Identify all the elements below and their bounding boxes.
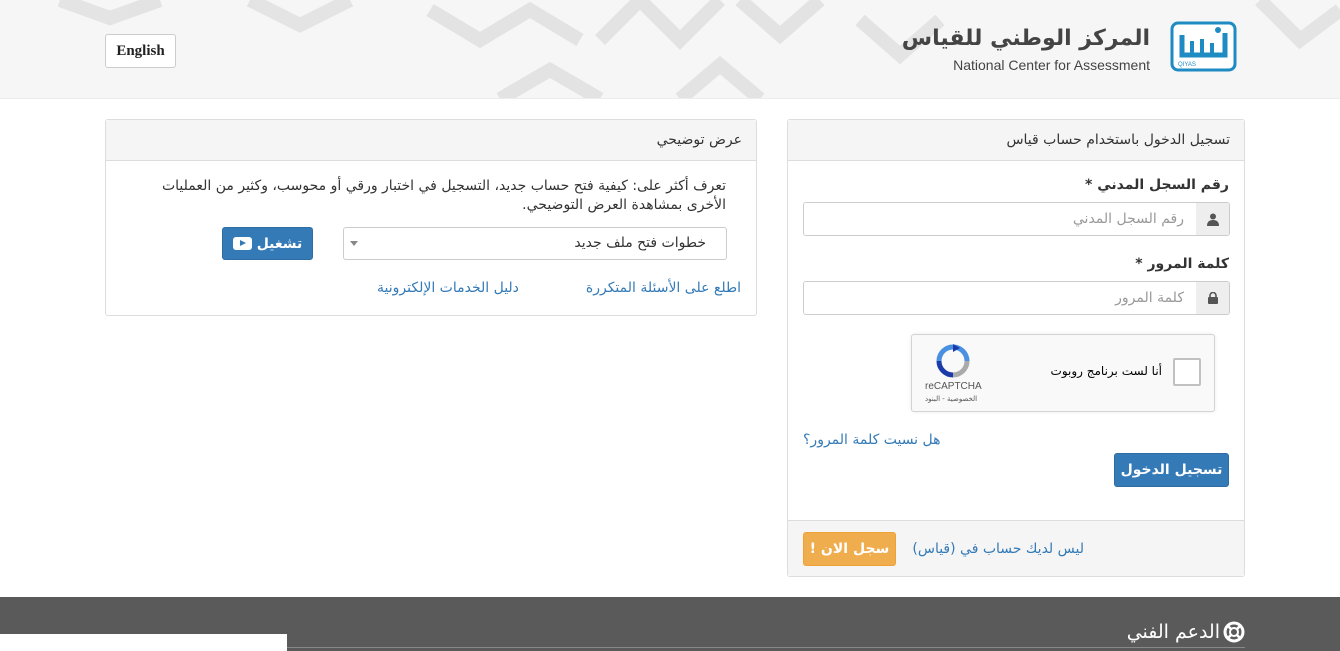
recaptcha-widget: أنا لست برنامج روبوت reCAPTCHA الخصوصية … bbox=[911, 334, 1215, 412]
demo-select[interactable]: خطوات فتح ملف جديد bbox=[343, 227, 727, 260]
footer-divider bbox=[287, 647, 1245, 648]
demo-select-value: خطوات فتح ملف جديد bbox=[574, 235, 706, 251]
login-panel-footer: ليس لديك حساب في (قياس) سجل الان ! bbox=[788, 520, 1244, 576]
recaptcha-logo-icon bbox=[936, 344, 970, 378]
logo-small-text: QIYAS bbox=[1178, 62, 1196, 68]
civil-id-label: رقم السجل المدني * bbox=[1085, 177, 1229, 193]
logo-english-text: National Center for Assessment bbox=[953, 57, 1150, 73]
recaptcha-brand: reCAPTCHA bbox=[925, 381, 982, 392]
lifebuoy-icon bbox=[1223, 621, 1245, 643]
support-title-text: الدعم الفني bbox=[1126, 621, 1220, 643]
qiyas-logo-icon: QIYAS bbox=[1170, 21, 1237, 72]
login-panel: تسجيل الدخول باستخدام حساب قياس رقم السج… bbox=[787, 119, 1245, 577]
recaptcha-label: أنا لست برنامج روبوت bbox=[1050, 364, 1162, 378]
demo-panel: عرض توضيحي تعرف أكثر على: كيفية فتح حساب… bbox=[105, 119, 757, 316]
password-input[interactable] bbox=[804, 282, 1196, 314]
play-button-label: تشغيل bbox=[256, 235, 303, 252]
faq-link[interactable]: اطلع على الأسئلة المتكررة bbox=[586, 280, 741, 296]
password-label: كلمة المرور * bbox=[1135, 256, 1229, 272]
logo-arabic-text: المركز الوطني للقياس bbox=[901, 26, 1150, 51]
user-icon bbox=[1195, 203, 1229, 235]
footer-white-block bbox=[0, 634, 287, 651]
technical-support-heading: الدعم الفني bbox=[1127, 621, 1245, 643]
password-group bbox=[803, 281, 1230, 315]
caret-down-icon bbox=[350, 241, 358, 246]
play-button[interactable]: تشغيل bbox=[222, 227, 313, 260]
lock-icon bbox=[1195, 282, 1229, 314]
login-panel-title: تسجيل الدخول باستخدام حساب قياس bbox=[788, 120, 1244, 161]
eservices-guide-link[interactable]: دليل الخدمات الإلكترونية bbox=[377, 280, 519, 296]
civil-id-group bbox=[803, 202, 1230, 236]
recaptcha-terms-link[interactable]: الخصوصية - البنود bbox=[925, 395, 977, 403]
demo-panel-title: عرض توضيحي bbox=[106, 120, 756, 161]
site-header: English المركز الوطني للقياس National Ce… bbox=[0, 0, 1340, 99]
demo-description: تعرف أكثر على: كيفية فتح حساب جديد، التس… bbox=[161, 178, 726, 213]
language-toggle-button[interactable]: English bbox=[105, 34, 176, 68]
no-account-link[interactable]: ليس لديك حساب في (قياس) bbox=[912, 541, 1084, 557]
forgot-password-link[interactable]: هل نسيت كلمة المرور؟ bbox=[803, 432, 941, 448]
recaptcha-checkbox[interactable] bbox=[1173, 358, 1201, 386]
login-button[interactable]: تسجيل الدخول bbox=[1114, 453, 1229, 487]
youtube-play-icon bbox=[232, 237, 252, 250]
register-button[interactable]: سجل الان ! bbox=[803, 532, 896, 566]
civil-id-input[interactable] bbox=[804, 203, 1196, 235]
